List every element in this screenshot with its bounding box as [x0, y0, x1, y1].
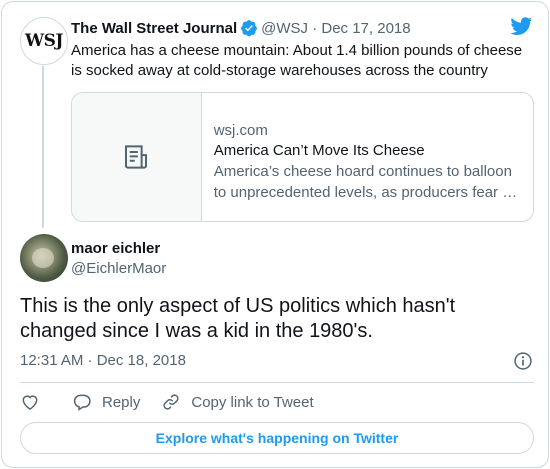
like-button[interactable]	[20, 392, 40, 412]
author-handle[interactable]: @EichlerMaor	[71, 259, 166, 279]
link-thumbnail	[72, 93, 202, 221]
link-preview-card[interactable]: wsj.com America Can’t Move Its Cheese Am…	[71, 92, 534, 222]
parent-handle-date[interactable]: @WSJ · Dec 17, 2018	[261, 20, 410, 37]
reply-icon	[73, 394, 91, 411]
tweet-text: This is the only aspect of US politics w…	[20, 295, 456, 342]
link-description-line1: America’s cheese hoard continues to ball…	[213, 163, 512, 180]
link-description: America’s cheese hoard continues to ball…	[214, 161, 521, 203]
parent-tweet-text: America has a cheese mountain: About 1.4…	[71, 42, 523, 79]
author-name[interactable]: maor eichler	[71, 239, 160, 259]
explore-twitter-button[interactable]: Explore what's happening on Twitter	[20, 422, 534, 454]
heart-icon	[22, 395, 38, 410]
tweet-actions: Reply Copy link to Tweet	[20, 391, 314, 413]
link-title: America Can’t Move Its Cheese	[213, 142, 425, 159]
author-avatar[interactable]	[20, 234, 68, 282]
copy-link-label: Copy link to Tweet	[191, 393, 314, 411]
link-domain: wsj.com	[213, 122, 268, 139]
verified-badge-icon	[241, 20, 258, 37]
wsj-avatar[interactable]: WSJ	[20, 17, 68, 65]
info-icon[interactable]	[513, 351, 533, 371]
link-description-line2: to unprecedented levels, as producers fe…	[213, 184, 518, 201]
article-icon	[125, 145, 148, 169]
reply-label: Reply	[102, 393, 141, 411]
thread-connector-line	[42, 66, 44, 228]
divider	[20, 382, 534, 383]
copy-link-button[interactable]: Copy link to Tweet	[161, 392, 314, 412]
twitter-bird-icon[interactable]	[509, 15, 534, 37]
wsj-avatar-text: WSJ	[25, 31, 63, 51]
tweet-timestamp[interactable]: 12:31 AM · Dec 18, 2018	[20, 351, 186, 371]
embedded-tweet-card: WSJ The Wall Street Journal @WSJ · Dec 1…	[1, 1, 549, 468]
reply-button[interactable]: Reply	[72, 392, 140, 412]
parent-tweet-header: The Wall Street Journal @WSJ · Dec 17, 2…	[71, 18, 411, 38]
link-icon	[163, 394, 179, 410]
link-card-body: wsj.com America Can’t Move Its Cheese Am…	[202, 93, 533, 221]
parent-author-name[interactable]: The Wall Street Journal	[71, 20, 237, 37]
